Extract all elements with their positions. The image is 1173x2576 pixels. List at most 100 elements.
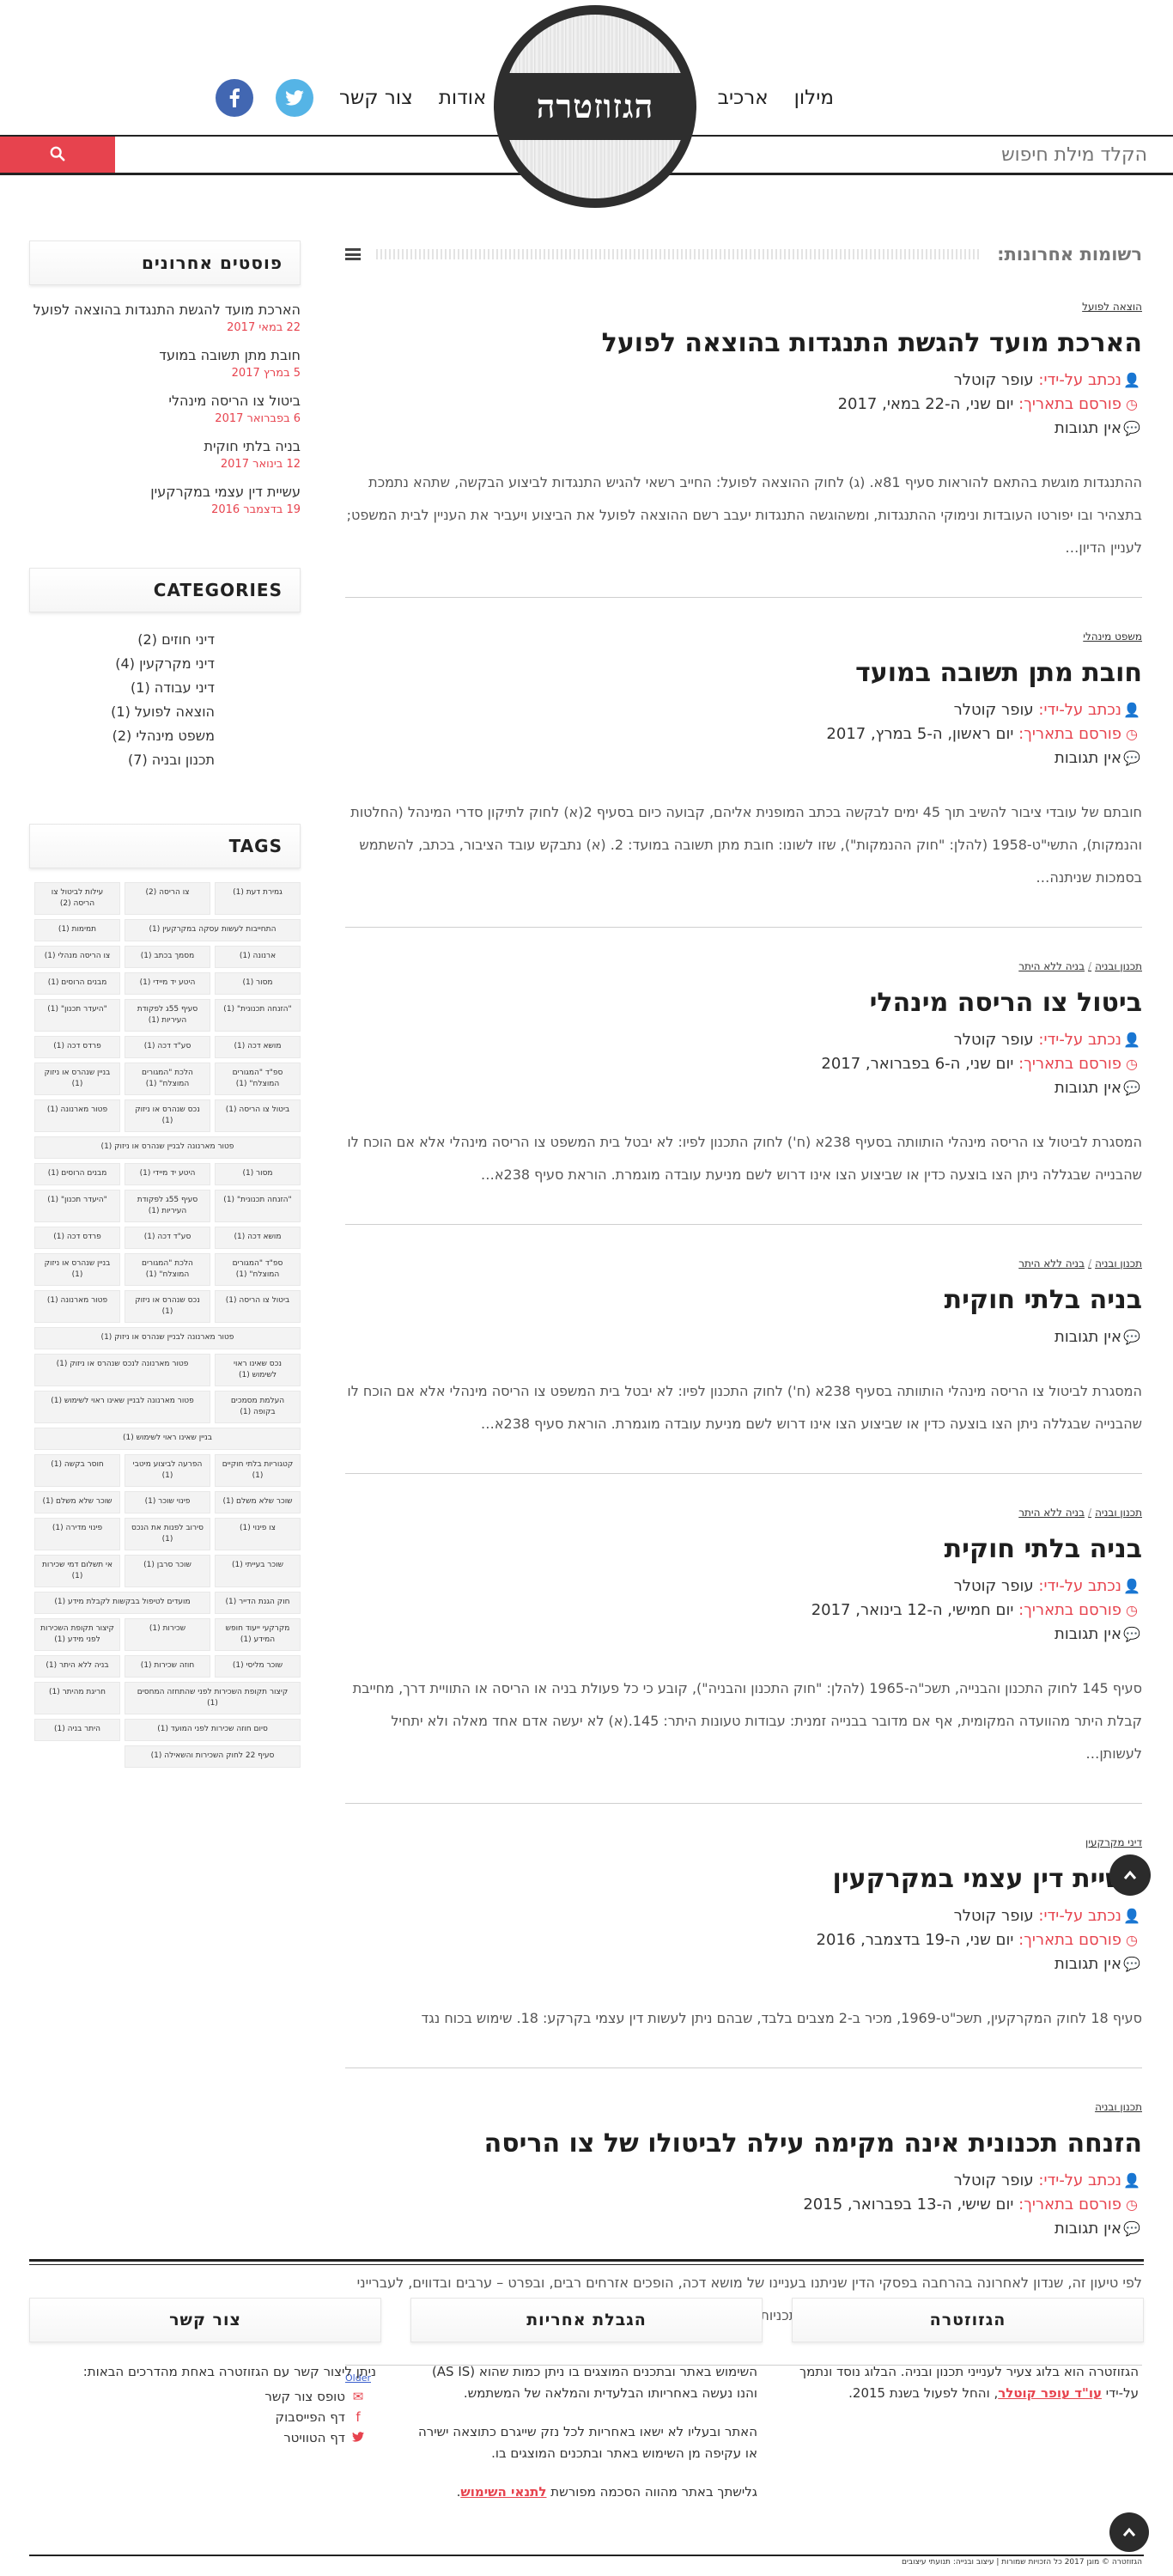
tag-link[interactable]: הלכת "המגורים המוצלח" (1): [125, 1063, 210, 1095]
tag-link[interactable]: שוכר סרבן (1): [125, 1555, 210, 1587]
category-link[interactable]: דיני מקרקעין: [1085, 1836, 1142, 1848]
recent-post-item[interactable]: חובת מתן תשובה במועד 5 במרץ 2017: [29, 346, 301, 380]
tag-link[interactable]: שוכר בעייתי (1): [215, 1555, 301, 1587]
tag-link[interactable]: חוסר בקשה (1): [34, 1454, 120, 1487]
tag-link[interactable]: סירוב לפנות את הנכס (1): [125, 1518, 210, 1550]
category-item[interactable]: תכנון ובניה (7): [29, 748, 215, 772]
tag-link[interactable]: סיום חוזה שכירות לפני המועד (1): [125, 1719, 301, 1741]
tag-link[interactable]: פרדס דכה (1): [34, 1227, 120, 1249]
tag-link[interactable]: פטור מארנונה (1): [34, 1099, 120, 1132]
tag-link[interactable]: מושא דכה (1): [215, 1227, 301, 1249]
nav-about[interactable]: אודות: [439, 87, 487, 109]
tag-link[interactable]: סעיף 55ג לפקודת העיריות (1): [125, 1190, 210, 1222]
tag-link[interactable]: סעיף 22 לחוק השכירות והשאילה (1): [125, 1745, 301, 1768]
tag-link[interactable]: נכס שנהרס או ניזוק (1): [125, 1099, 210, 1132]
recent-post-item[interactable]: הארכת מועד להגשת התנגדות בהוצאה לפועל 22 …: [29, 301, 301, 334]
recent-post-item[interactable]: ביטול צו הריסה מינהלי 6 בפברואר 2017: [29, 392, 301, 425]
post-title[interactable]: בניה בלתי חוקית: [345, 1534, 1142, 1564]
tag-link[interactable]: מבנים הרוסים (1): [34, 972, 120, 995]
post-title[interactable]: עשיית דין עצמי במקרקעין: [345, 1864, 1142, 1894]
tag-link[interactable]: מסור (1): [215, 1163, 301, 1185]
category-item[interactable]: דיני מקרקעין (4): [29, 652, 215, 676]
post-title[interactable]: בניה בלתי חוקית: [345, 1285, 1142, 1315]
tag-link[interactable]: היטע יד מיידי (1): [125, 972, 210, 995]
tag-link[interactable]: עילות לביטול צו הריסה (2): [34, 882, 120, 915]
post-title[interactable]: חובת מתן תשובה במועד: [345, 658, 1142, 688]
recent-post-title[interactable]: הארכת מועד להגשת התנגדות בהוצאה לפועל: [29, 301, 301, 320]
category-item[interactable]: דיני עבודה (1): [29, 676, 215, 700]
meta-value[interactable]: אין תגובות: [1054, 2220, 1121, 2238]
nav-archive[interactable]: ארכיב: [718, 87, 769, 109]
twitter-icon[interactable]: [276, 79, 313, 117]
tag-link[interactable]: מבנים הרוסים (1): [34, 1163, 120, 1185]
tag-link[interactable]: "הזנחה תכנונית" (1): [215, 999, 301, 1032]
tag-link[interactable]: היתר בניה (1): [34, 1719, 120, 1741]
tag-link[interactable]: נכס שאינו ראוי לשימוש (1): [215, 1354, 301, 1386]
post-title[interactable]: ביטול צו הריסה מינהלי: [345, 988, 1142, 1018]
terms-of-use-link[interactable]: לתנאי השימוש: [460, 2484, 546, 2500]
tag-link[interactable]: ביטול צו הריסה (1): [215, 1290, 301, 1323]
meta-value[interactable]: אין תגובות: [1054, 749, 1121, 767]
category-link[interactable]: תכנון ובניה: [1095, 1258, 1142, 1270]
tag-link[interactable]: קטגוריות בלתי חוקיים (1): [215, 1454, 301, 1487]
tag-link[interactable]: חריגת מהיתר (1): [34, 1682, 120, 1714]
tag-link[interactable]: פינוי שוכר (1): [125, 1491, 210, 1513]
tag-link[interactable]: "הזנחה תכנונית" (1): [215, 1190, 301, 1222]
site-logo[interactable]: הגזוזטרה: [494, 5, 696, 208]
recent-post-title[interactable]: עשיית דין עצמי במקרקעין: [29, 483, 301, 502]
tag-link[interactable]: פטור מארנונה לבניין שנהרס או ניזוק (1): [34, 1327, 301, 1349]
tag-link[interactable]: פטור מארנונה לבניין שנהרס או ניזוק (1): [34, 1136, 301, 1159]
meta-value[interactable]: אין תגובות: [1054, 1955, 1121, 1973]
tag-link[interactable]: פטור מארנונה לנכס שנהרס או ניזוק (1): [34, 1354, 210, 1386]
tag-link[interactable]: צו הריסה (2): [125, 882, 210, 915]
tag-link[interactable]: אי תשלום דמי שכירות (1): [34, 1555, 120, 1587]
tag-link[interactable]: צו הריסה מנהלי (1): [34, 946, 120, 968]
category-item[interactable]: דיני חוזים (2): [29, 628, 215, 652]
back-to-top-button-footer[interactable]: [1109, 2512, 1149, 2552]
recent-post-title[interactable]: חובת מתן תשובה במועד: [29, 346, 301, 365]
tag-link[interactable]: חוזה שכירות (1): [125, 1655, 210, 1678]
tag-link[interactable]: פינוי מדירה (1): [34, 1518, 120, 1550]
author-link[interactable]: עו"ד עופר קוטלר: [998, 2385, 1102, 2401]
tag-link[interactable]: חוק הגנת הדייר (1): [215, 1592, 301, 1614]
facebook-icon[interactable]: [216, 79, 253, 117]
tag-link[interactable]: תמימות (1): [34, 919, 120, 941]
tag-link[interactable]: מסור (1): [215, 972, 301, 995]
contact-facebook-link[interactable]: f דף הפייסבוק: [34, 2407, 376, 2427]
tag-link[interactable]: הפרעה לביצוע מיטבי (1): [125, 1454, 210, 1487]
recent-post-item[interactable]: עשיית דין עצמי במקרקעין 19 בדצמבר 2016: [29, 483, 301, 516]
meta-value[interactable]: אין תגובות: [1054, 1625, 1121, 1643]
tag-link[interactable]: צו פינוי (1): [215, 1518, 301, 1550]
tag-link[interactable]: התחייבות לעשות עסקה במקרקעין (1): [125, 919, 301, 941]
post-title[interactable]: הזנחה תכנונית אינה מקימה עילה לביטולו של…: [345, 2128, 1142, 2159]
recent-post-title[interactable]: בניה בלתי חוקית: [29, 437, 301, 456]
search-button[interactable]: [0, 137, 115, 173]
tag-link[interactable]: ביטול צו הריסה (1): [215, 1099, 301, 1132]
back-to-top-button[interactable]: [1109, 1854, 1151, 1896]
meta-value[interactable]: אין תגובות: [1054, 419, 1121, 437]
tag-link[interactable]: "היעדר תכנון" (1): [34, 1190, 120, 1222]
category-link[interactable]: הוצאה לפועל: [1082, 301, 1142, 313]
tag-link[interactable]: היטע יד מיידי (1): [125, 1163, 210, 1185]
meta-value[interactable]: אין תגובות: [1054, 1079, 1121, 1097]
tag-link[interactable]: שוכר שלא משלם (1): [34, 1491, 120, 1513]
tag-link[interactable]: בניה ללא היתר (1): [34, 1655, 120, 1678]
category-link[interactable]: תכנון ובניה: [1095, 960, 1142, 972]
tag-link[interactable]: קיצור תקופת השכירות לפני שהתחזה המחסים (…: [125, 1682, 301, 1714]
tag-link[interactable]: הלכת "המגורים המוצלח" (1): [125, 1253, 210, 1286]
recent-post-item[interactable]: בניה בלתי חוקית 12 בינואר 2017: [29, 437, 301, 471]
tag-link[interactable]: קיצור תקופת השכירות לפני מידע (1): [34, 1618, 120, 1651]
category-link[interactable]: תכנון ובניה: [1095, 1507, 1142, 1519]
tag-link[interactable]: סע"ד דכה (1): [125, 1036, 210, 1058]
list-view-icon[interactable]: [345, 248, 361, 260]
tag-link[interactable]: פרדס דכה (1): [34, 1036, 120, 1058]
post-title[interactable]: הארכת מועד להגשת התנגדות בהוצאה לפועל: [345, 328, 1142, 358]
contact-form-link[interactable]: ✉ טופס צור קשר: [34, 2386, 376, 2407]
tag-link[interactable]: שוכר שלא משלם (1): [215, 1491, 301, 1513]
tag-link[interactable]: ספ"ד "המגורים המוצלח" (1): [215, 1063, 301, 1095]
nav-contact[interactable]: צור קשר: [339, 87, 413, 109]
category-link[interactable]: משפט מינהלי: [1083, 630, 1142, 642]
tag-link[interactable]: מושא דכה (1): [215, 1036, 301, 1058]
meta-value[interactable]: אין תגובות: [1054, 1328, 1121, 1346]
tag-link[interactable]: שכירות (1): [125, 1618, 210, 1651]
